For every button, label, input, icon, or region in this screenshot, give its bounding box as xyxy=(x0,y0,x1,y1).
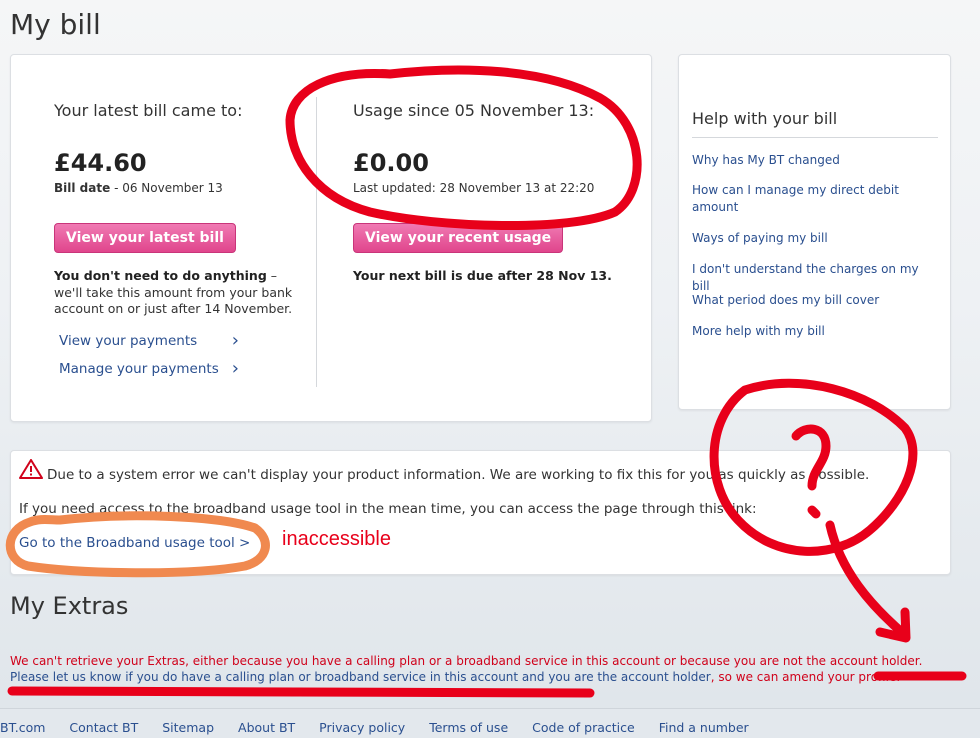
page-title: My bill xyxy=(10,8,101,41)
usage-last-updated: Last updated: 28 November 13 at 22:20 xyxy=(353,181,595,195)
footer-link-code-of-practice[interactable]: Code of practice xyxy=(532,720,635,735)
broadband-access-note: If you need access to the broadband usag… xyxy=(19,501,757,517)
red-arrow-head xyxy=(875,607,911,643)
view-recent-usage-button[interactable]: View your recent usage xyxy=(353,223,564,253)
direct-debit-notice: You don't need to do anything – we'll ta… xyxy=(54,268,299,318)
footer-link-sitemap[interactable]: Sitemap xyxy=(162,720,214,735)
help-link-more-help[interactable]: More help with my bill xyxy=(692,323,937,340)
bill-date-label: Bill date xyxy=(54,181,111,195)
footer-link-find-number[interactable]: Find a number xyxy=(659,720,749,735)
broadband-usage-tool-link[interactable]: Go to the Broadband usage tool > xyxy=(19,535,250,551)
my-extras-title: My Extras xyxy=(10,592,129,620)
red-underline-extras xyxy=(7,686,595,698)
next-bill-due: Your next bill is due after 28 Nov 13. xyxy=(353,268,612,283)
footer-link-privacy[interactable]: Privacy policy xyxy=(319,720,405,735)
latest-bill-amount: £44.60 xyxy=(54,149,147,177)
view-latest-bill-button[interactable]: View your latest bill xyxy=(54,223,236,253)
manage-payments-label: Manage your payments xyxy=(59,361,219,377)
help-card: Help with your bill Why has My BT change… xyxy=(678,54,951,410)
bill-summary-card: Your latest bill came to: £44.60 Bill da… xyxy=(10,54,652,422)
manage-payments-link[interactable]: Manage your payments › xyxy=(59,358,239,379)
view-payments-label: View your payments xyxy=(59,333,198,349)
footer-link-about[interactable]: About BT xyxy=(238,720,295,735)
warning-icon xyxy=(19,459,43,479)
chevron-right-icon: › xyxy=(231,358,239,379)
notice-bold: You don't need to do anything xyxy=(54,268,267,283)
product-error-card: Due to a system error we can't display y… xyxy=(10,450,951,575)
footer-link-terms[interactable]: Terms of use xyxy=(429,720,508,735)
view-payments-link[interactable]: View your payments › xyxy=(59,330,239,351)
system-error-message: Due to a system error we can't display y… xyxy=(47,467,870,483)
usage-heading: Usage since 05 November 13: xyxy=(353,101,595,120)
latest-bill-heading: Your latest bill came to: xyxy=(54,101,243,120)
help-divider xyxy=(692,137,938,138)
usage-amount: £0.00 xyxy=(353,149,429,177)
extras-message-suffix: , so we can amend your profile. xyxy=(710,670,901,684)
help-link-charges[interactable]: I don't understand the charges on my bil… xyxy=(692,261,937,295)
bill-date-value: - 06 November 13 xyxy=(114,181,223,195)
footer-link-bt-com[interactable]: BT.com xyxy=(0,720,45,735)
help-link-bill-period[interactable]: What period does my bill cover xyxy=(692,292,937,309)
bill-date: Bill date - 06 November 13 xyxy=(54,181,223,195)
update-profile-link[interactable]: Please let us know if you do have a call… xyxy=(10,670,711,684)
column-divider xyxy=(316,97,317,387)
extras-error-message: We can't retrieve your Extras, either be… xyxy=(10,653,965,685)
inaccessible-annotation: inaccessible xyxy=(282,528,391,550)
help-title: Help with your bill xyxy=(692,109,838,128)
footer-links: BT.com Contact BT Sitemap About BT Priva… xyxy=(0,720,773,735)
footer-link-contact[interactable]: Contact BT xyxy=(69,720,138,735)
chevron-right-icon: › xyxy=(231,330,239,351)
help-link-my-bt-changed[interactable]: Why has My BT changed xyxy=(692,152,937,169)
help-link-direct-debit[interactable]: How can I manage my direct debit amount xyxy=(692,182,937,216)
extras-message-text: We can't retrieve your Extras, either be… xyxy=(10,654,923,668)
help-link-ways-paying[interactable]: Ways of paying my bill xyxy=(692,230,937,247)
site-footer: BT.com Contact BT Sitemap About BT Priva… xyxy=(0,708,980,738)
